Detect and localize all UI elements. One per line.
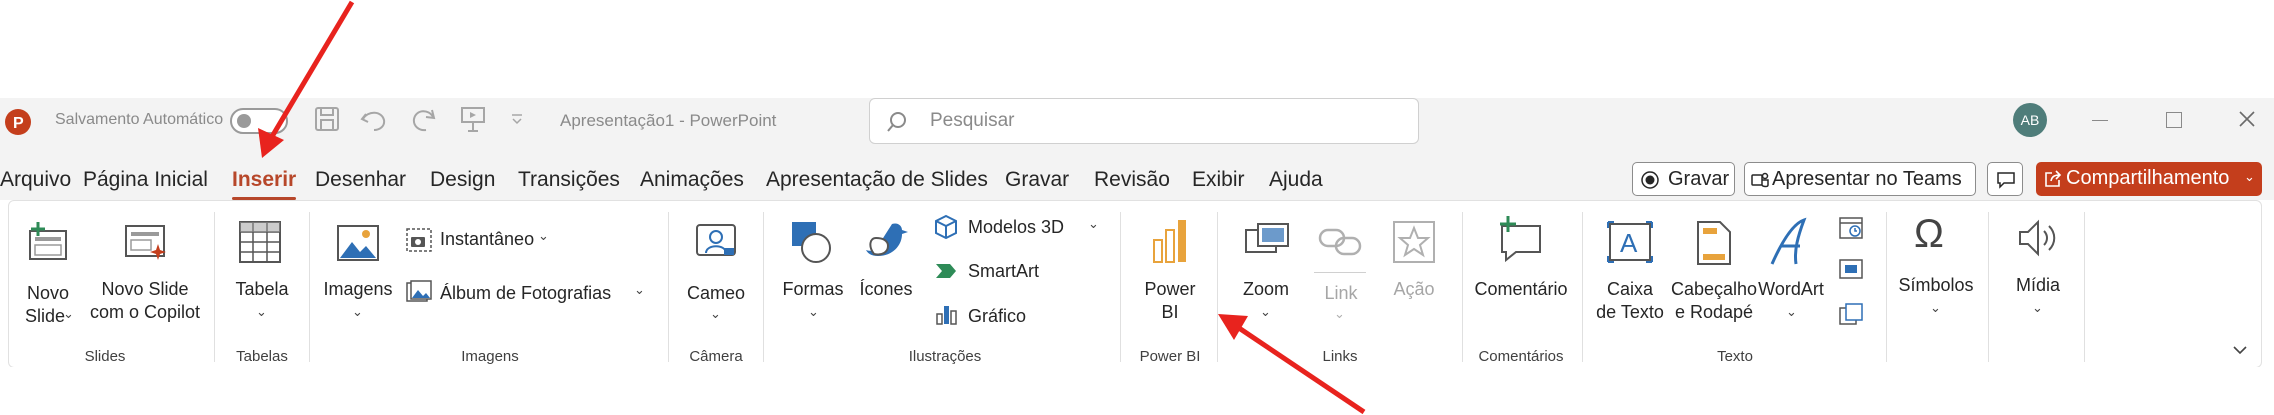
annotation-arrow-icon	[1218, 314, 1366, 415]
